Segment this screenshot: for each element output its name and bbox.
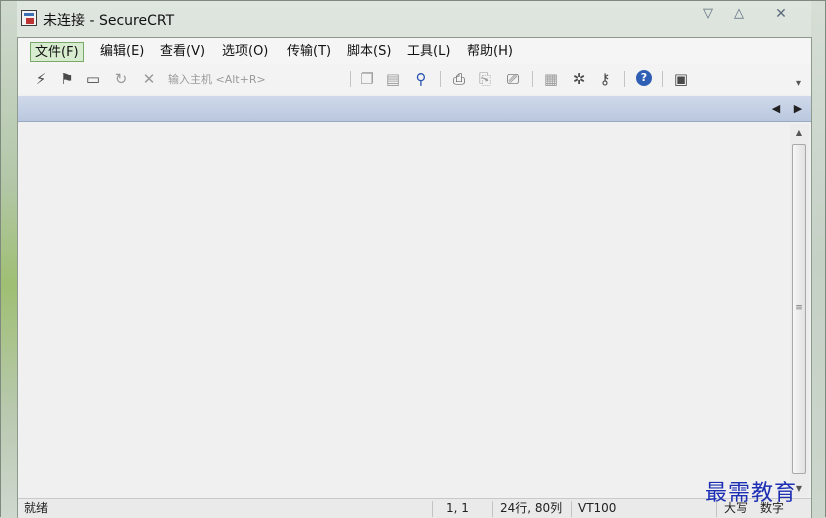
menu-view[interactable]: 查看(V) xyxy=(156,42,209,62)
menu-bar: 文件(F) 编辑(E) 查看(V) 选项(O) 传输(T) 脚本(S) 工具(L… xyxy=(18,38,811,64)
vertical-scrollbar[interactable]: ▲ ≡ ▼ xyxy=(790,124,809,497)
scroll-up-icon[interactable]: ▲ xyxy=(793,128,805,137)
window-frame-right xyxy=(811,1,825,518)
keymap-icon[interactable]: ⚷ xyxy=(596,70,614,88)
connect-in-tab-icon[interactable]: ▭ xyxy=(84,70,102,88)
scroll-grip-icon: ≡ xyxy=(795,303,803,313)
securecrt-window: 未连接 - SecureCRT ▽ △ ✕ 文件(F) 编辑(E) 查看(V) … xyxy=(0,0,826,518)
status-text: 就绪 xyxy=(24,501,49,515)
menu-options[interactable]: 选项(O) xyxy=(218,42,272,62)
cursor-position: 1, 1 xyxy=(446,501,469,515)
toolbar-separator xyxy=(532,71,533,87)
print-setup-icon[interactable]: ⎚ xyxy=(504,70,522,88)
terminal-dimensions: 24行, 80列 xyxy=(500,501,563,515)
close-button[interactable]: ✕ xyxy=(768,5,794,23)
print-selection-icon[interactable]: ⎘ xyxy=(476,70,494,88)
status-divider xyxy=(492,501,493,517)
window-frame-left xyxy=(1,1,17,518)
menu-script[interactable]: 脚本(S) xyxy=(343,42,395,62)
client-area: 文件(F) 编辑(E) 查看(V) 选项(O) 传输(T) 脚本(S) 工具(L… xyxy=(17,37,812,518)
scroll-thumb[interactable]: ≡ xyxy=(792,144,806,474)
host-input[interactable] xyxy=(166,70,345,88)
print-icon[interactable]: ⎙ xyxy=(450,70,468,88)
tab-scroll-left-icon[interactable]: ◀ xyxy=(770,102,782,115)
menu-help[interactable]: 帮助(H) xyxy=(463,42,517,62)
window-title: 未连接 - SecureCRT xyxy=(43,13,175,29)
menu-file[interactable]: 文件(F) xyxy=(30,42,84,62)
minimize-button[interactable]: ▽ xyxy=(695,5,721,23)
session-options-icon[interactable]: ▦ xyxy=(542,70,560,88)
global-options-icon[interactable]: ✲ xyxy=(570,70,588,88)
toolbar-separator xyxy=(624,71,625,87)
reconnect-icon[interactable]: ↻ xyxy=(112,70,130,88)
disconnect-icon[interactable]: ✕ xyxy=(140,70,158,88)
status-bar: 就绪 1, 1 24行, 80列 VT100 大写 数字 xyxy=(18,498,811,518)
toolbar-separator xyxy=(440,71,441,87)
watermark-text: 最需教育 xyxy=(705,481,798,506)
help-icon[interactable]: ? xyxy=(636,70,652,86)
session-tab-strip: ◀ ▶ xyxy=(18,96,811,122)
status-divider xyxy=(571,501,572,517)
maximize-button[interactable]: △ xyxy=(726,5,752,23)
paste-icon[interactable]: ▤ xyxy=(384,70,402,88)
app-icon[interactable] xyxy=(21,10,37,26)
menu-transfer[interactable]: 传输(T) xyxy=(283,42,335,62)
title-bar[interactable]: 未连接 - SecureCRT ▽ △ ✕ xyxy=(1,1,826,37)
toolbar: ⚡ ⚑ ▭ ↻ ✕ ❐ ▤ ⚲ ⎙ ⎘ ⎚ ▦ ✲ ⚷ ? ▣ ▾ xyxy=(18,64,811,94)
quick-connect-icon[interactable]: ⚑ xyxy=(58,70,76,88)
tab-scroll-right-icon[interactable]: ▶ xyxy=(792,102,804,115)
menu-tools[interactable]: 工具(L) xyxy=(403,42,454,62)
sftp-icon[interactable]: ▣ xyxy=(672,70,690,88)
terminal-type: VT100 xyxy=(578,501,617,515)
copy-icon[interactable]: ❐ xyxy=(358,70,376,88)
status-divider xyxy=(432,501,433,517)
toolbar-separator xyxy=(350,71,351,87)
toolbar-separator xyxy=(662,71,663,87)
connect-icon[interactable]: ⚡ xyxy=(32,70,50,88)
menu-edit[interactable]: 编辑(E) xyxy=(96,42,148,62)
terminal-area[interactable] xyxy=(20,124,790,497)
find-icon[interactable]: ⚲ xyxy=(412,70,430,88)
toolbar-overflow-icon[interactable]: ▾ xyxy=(796,78,801,89)
